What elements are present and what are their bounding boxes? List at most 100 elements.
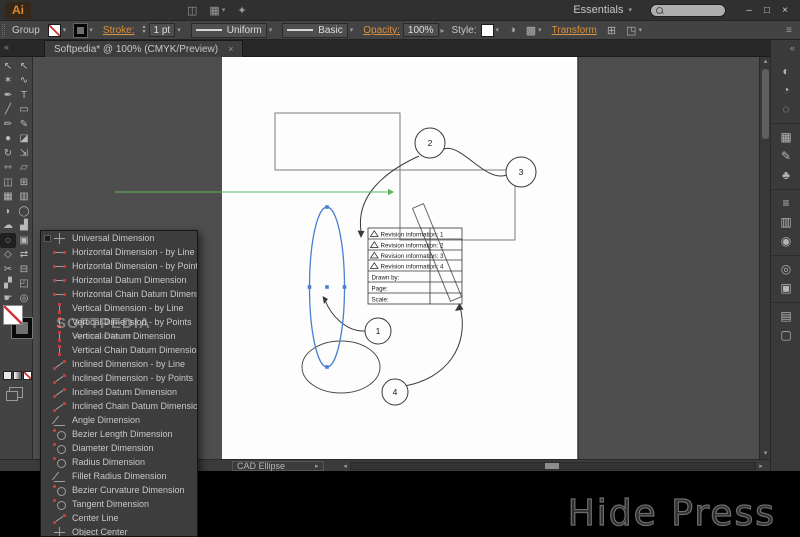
fill-color-swatch[interactable] — [48, 24, 61, 37]
pencil-tool[interactable]: ✎ — [16, 117, 32, 132]
line-segment-tool[interactable]: ╱ — [0, 103, 16, 118]
symbol-sprayer-tool[interactable]: ☁ — [0, 219, 16, 234]
recolor-artwork-icon[interactable]: ◑ — [509, 24, 516, 36]
gradient-mode-button[interactable] — [13, 371, 22, 380]
free-transform-tool[interactable]: ▱ — [16, 161, 32, 176]
panel-collapse-icon[interactable]: ≡ — [786, 25, 792, 36]
column-graph-tool[interactable]: ▟ — [16, 219, 32, 234]
magic-wand-tool[interactable]: ✶ — [0, 74, 16, 89]
layers-panel[interactable]: ▤ — [771, 302, 800, 325]
menu-option[interactable]: Horizontal Dimension - by Line — [41, 245, 197, 259]
color-mode-button[interactable] — [3, 371, 12, 380]
transparency-panel[interactable]: ◉ — [771, 231, 800, 250]
menu-option[interactable]: Bezier Curvature Dimension — [41, 483, 197, 497]
scissors-tool[interactable]: ✂ — [0, 262, 16, 277]
status-indicator[interactable]: CAD Ellipse ▸ — [232, 461, 324, 471]
chevron-down-icon[interactable]: ▾ — [496, 26, 500, 34]
menu-option[interactable]: Radius Dimension — [41, 455, 197, 469]
isolate-icon[interactable]: ◳ — [626, 24, 636, 37]
brushes-panel[interactable]: ✎ — [771, 146, 800, 165]
type-tool[interactable]: T — [16, 88, 32, 103]
close-button[interactable]: × — [776, 3, 794, 17]
gradient-panel[interactable]: ▥ — [771, 212, 800, 231]
transform-panel-link[interactable]: Transform — [552, 25, 597, 36]
scroll-right-icon[interactable]: ▸ — [756, 462, 766, 470]
workspace-switcher[interactable]: Essentials ▾ — [573, 4, 632, 16]
menu-option[interactable]: Tangent Dimension — [41, 497, 197, 511]
stepper-down-icon[interactable]: ▾ — [143, 30, 146, 35]
chevron-down-icon[interactable]: ▾ — [177, 26, 181, 34]
menu-option[interactable]: Inclined Dimension - by Line — [41, 357, 197, 371]
eraser-tool[interactable]: ◪ — [16, 132, 32, 147]
color-panel[interactable]: ◐ — [771, 61, 800, 80]
horizontal-scroll-thumb[interactable] — [545, 463, 559, 469]
cad-connector-tool[interactable]: ⇄ — [16, 248, 32, 263]
chevron-down-icon[interactable]: ▾ — [638, 26, 642, 34]
maximize-button[interactable]: □ — [758, 3, 776, 17]
width-profile-dropdown[interactable]: Uniform — [191, 23, 267, 38]
direct-selection-tool[interactable]: ↖ — [16, 59, 32, 74]
chevron-down-icon[interactable]: ▾ — [350, 26, 354, 34]
menu-option[interactable]: Vertical Dimension - by Line — [41, 301, 197, 315]
appearance-panel[interactable]: ◎ — [771, 255, 800, 278]
blob-brush-tool[interactable]: ● — [0, 132, 16, 147]
stroke-color-swatch[interactable] — [74, 24, 87, 37]
select-similar-icon[interactable]: ▩ — [526, 24, 536, 37]
arrange-documents-icon[interactable]: ▦ ▾ — [209, 4, 225, 17]
menu-option[interactable]: Inclined Chain Datum Dimension — [41, 399, 197, 413]
mesh-tool[interactable]: ▦ — [0, 190, 16, 205]
chevron-down-icon[interactable]: ▾ — [269, 26, 273, 34]
print-tiling-tool[interactable]: ◰ — [16, 277, 32, 292]
menu-option[interactable]: Center Line — [41, 511, 197, 525]
opacity-input[interactable]: 100% — [403, 23, 439, 37]
stroke-weight-stepper[interactable]: ▴ ▾ — [143, 25, 146, 35]
symbols-panel[interactable]: ♣ — [771, 165, 800, 184]
tab-overflow-icon[interactable]: « — [4, 42, 9, 52]
chevron-down-icon[interactable]: ▾ — [63, 26, 67, 34]
menu-option[interactable]: Vertical Dimension - by Points — [41, 315, 197, 329]
expand-dock-icon[interactable]: « — [771, 40, 800, 53]
selection-tool[interactable]: ↖ — [0, 59, 16, 74]
menu-option[interactable]: Fillet Radius Dimension — [41, 469, 197, 483]
perspective-grid-tool[interactable]: ⊞ — [16, 175, 32, 190]
menu-option[interactable]: Inclined Datum Dimension — [41, 385, 197, 399]
artboards-panel[interactable]: ▢ — [771, 325, 800, 344]
document-tab[interactable]: Softpedia* @ 100% (CMYK/Preview) × — [44, 40, 243, 57]
menu-option[interactable]: Horizontal Dimension - by Points — [41, 259, 197, 273]
rotate-tool[interactable]: ↻ — [0, 146, 16, 161]
color-guide-panel[interactable]: ◔ — [771, 80, 800, 99]
menu-option[interactable]: Inclined Dimension - by Points — [41, 371, 197, 385]
slice-tool[interactable]: ▞ — [0, 277, 16, 292]
stroke-panel-link[interactable]: Stroke: — [103, 25, 135, 36]
hand-tool[interactable]: ☛ — [0, 291, 16, 306]
menu-option[interactable]: Angle Dimension — [41, 413, 197, 427]
vertical-scrollbar[interactable]: ▴ ▾ — [759, 57, 770, 459]
draw-mode-button[interactable] — [9, 387, 23, 398]
tab-close-icon[interactable]: × — [228, 44, 233, 54]
graphic-style-swatch[interactable] — [481, 24, 494, 37]
shape-builder-tool[interactable]: ◫ — [0, 175, 16, 190]
search-input[interactable] — [650, 4, 726, 17]
menu-option[interactable]: Horizontal Datum Dimension — [41, 273, 197, 287]
cad-dimension-tool[interactable]: ◌ — [0, 233, 16, 248]
cs-live-icon[interactable]: ✦ — [237, 4, 246, 17]
fill-indicator[interactable] — [3, 305, 23, 325]
chevron-down-icon[interactable]: ▾ — [538, 26, 542, 34]
stroke-panel[interactable]: ≡ — [771, 189, 800, 212]
status-flyout-icon[interactable]: ▸ — [315, 462, 319, 470]
swatches-panel[interactable]: ▦ — [771, 123, 800, 146]
perspective-selection-tool[interactable]: ⊟ — [16, 262, 32, 277]
blend-tool[interactable]: ◯ — [16, 204, 32, 219]
cad-label-tool[interactable]: ◇ — [0, 248, 16, 263]
bridge-icon[interactable]: ◫ — [187, 4, 197, 17]
opacity-panel-link[interactable]: Opacity: — [363, 25, 400, 36]
chevron-down-icon[interactable]: ▾ — [89, 26, 93, 34]
menu-option[interactable]: Object Center — [41, 525, 197, 537]
none-mode-button[interactable] — [23, 371, 32, 380]
menu-option[interactable]: Universal Dimension — [41, 231, 197, 245]
horizontal-scrollbar[interactable]: ◂ ▸ — [340, 461, 766, 471]
align-icon[interactable]: ⊞ — [607, 24, 616, 37]
stroke-weight-input[interactable]: 1 pt — [149, 23, 176, 37]
rectangle-tool[interactable]: ▭ — [16, 103, 32, 118]
minimize-button[interactable]: – — [740, 3, 758, 17]
